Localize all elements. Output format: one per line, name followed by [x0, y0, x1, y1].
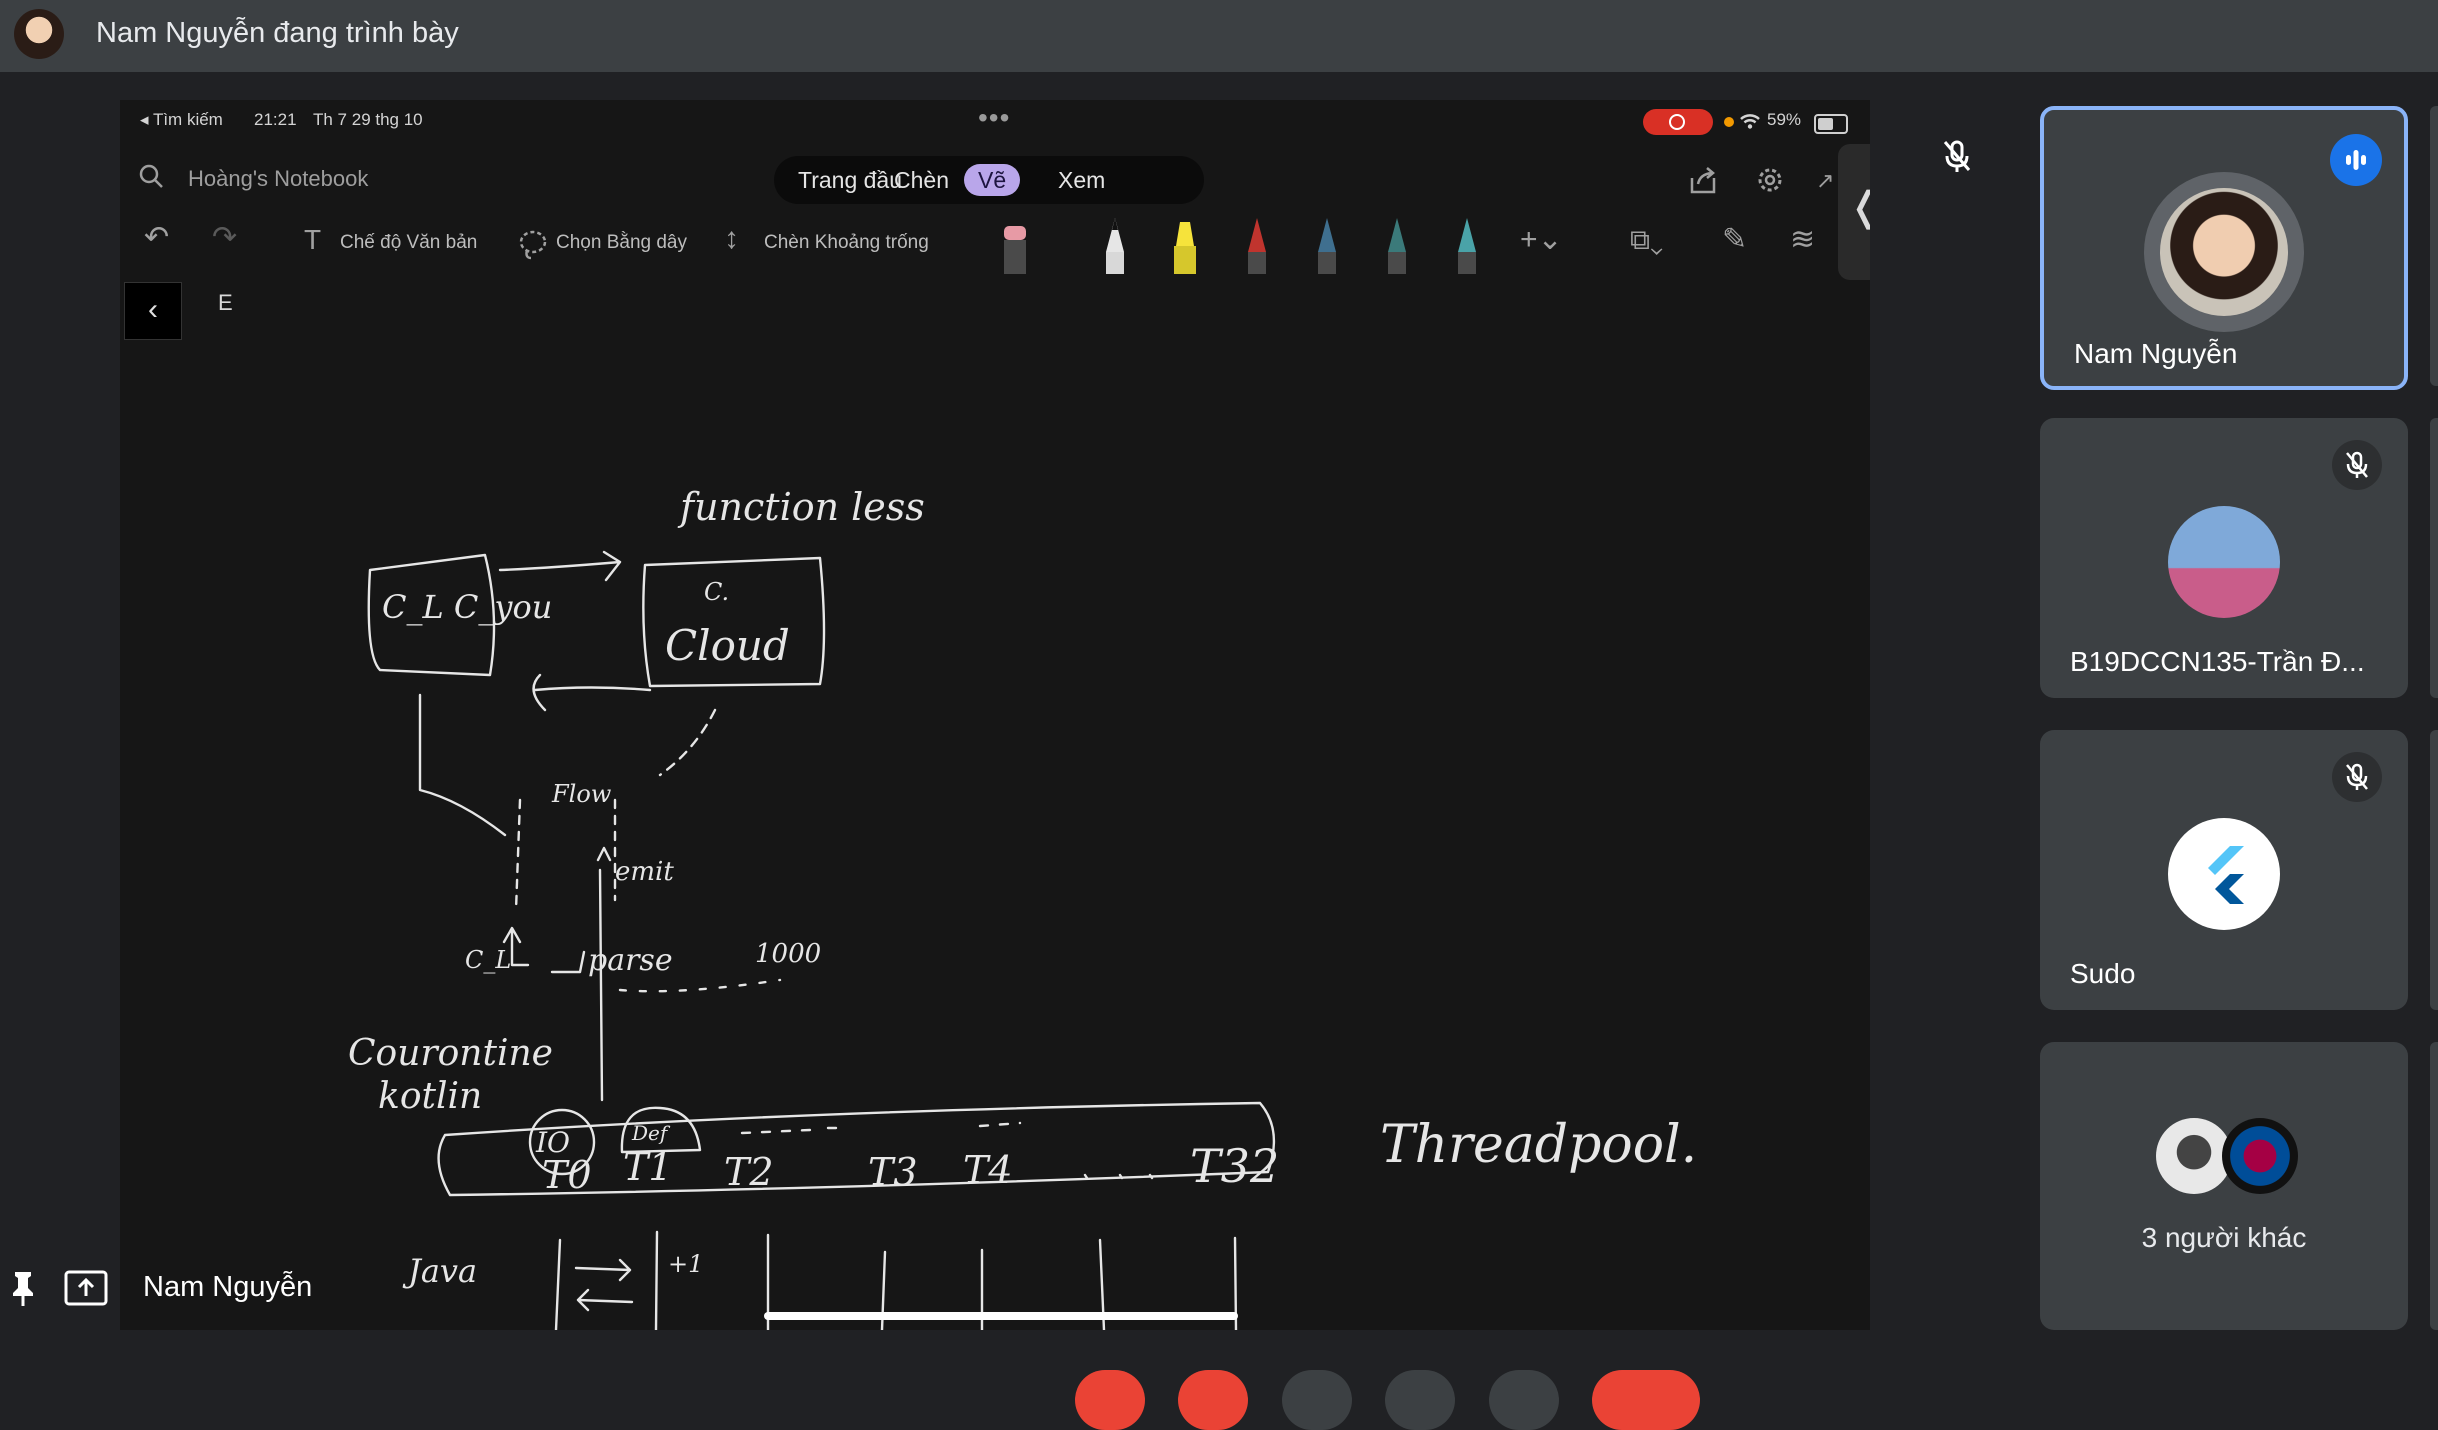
speaking-indicator-icon: [2330, 134, 2382, 186]
label-t3: T3: [868, 1150, 918, 1194]
label-1000: 1000: [755, 939, 821, 969]
arrow-to-cloud: [498, 550, 622, 582]
arrow-from-cloud: [532, 673, 652, 712]
shared-screen: ◂ Tìm kiếm 21:21 Th 7 29 thg 10 ••• 59% …: [120, 100, 1870, 1330]
label-kotlin: kotlin: [378, 1076, 482, 1117]
avatar: [2160, 188, 2288, 316]
java-arrows: [574, 1258, 634, 1312]
raise-hand-button[interactable]: [1385, 1370, 1455, 1430]
flutter-logo-icon: [2168, 818, 2280, 930]
label-coroutine: Courontine: [348, 1033, 553, 1074]
dashed-cloud-flow: [658, 708, 717, 777]
avatar: [2168, 506, 2280, 618]
camera-toggle-button[interactable]: [1178, 1370, 1248, 1430]
label-default: Def: [631, 1121, 671, 1145]
bracket-parse: [550, 950, 586, 974]
label-t2: T2: [724, 1150, 774, 1194]
next-tile-edge: [2430, 730, 2438, 1010]
label-cloud: Cloud: [665, 621, 790, 670]
participant-tile-nam[interactable]: Nam Nguyễn: [2040, 106, 2408, 390]
label-cloud-c: C.: [704, 578, 729, 606]
mic-off-icon: [2332, 752, 2382, 802]
avatar: [2156, 1118, 2232, 1194]
label-java: Java: [402, 1252, 477, 1290]
label-t1: T1: [623, 1145, 673, 1189]
label-emit: emit: [615, 857, 674, 887]
label-t32: T32: [1190, 1139, 1279, 1193]
emit-arrow: [596, 846, 612, 862]
label-threadpool: Threadpool.: [1380, 1115, 1697, 1175]
participant-name: B19DCCN135-Trần Đ...: [2070, 646, 2365, 677]
presenter-avatar: [14, 9, 64, 59]
others-tile[interactable]: 3 người khác: [2040, 1042, 2408, 1330]
presenter-name-label: Nam Nguyễn: [143, 1271, 313, 1303]
fc-barcelona-avatar: [2222, 1118, 2298, 1194]
leave-call-button[interactable]: [1592, 1370, 1700, 1430]
mic-off-icon: [1943, 140, 1971, 172]
dashed-under-parse: [618, 978, 782, 993]
java-bracket-lines: [554, 1230, 659, 1330]
dots-between-threads: [740, 1121, 1022, 1135]
label-box-client: C_L C_you: [382, 588, 552, 626]
label-cl: C_L: [465, 946, 511, 974]
presenting-bar: Nam Nguyễn đang trình bày: [0, 0, 2438, 72]
next-tile-edge: [2430, 1042, 2438, 1330]
mic-off-icon: [2332, 440, 2382, 490]
next-tile-edge: [2430, 418, 2438, 698]
participant-name: Nam Nguyễn: [2074, 338, 2238, 369]
present-button[interactable]: [1489, 1370, 1559, 1430]
present-screen-icon: [64, 1270, 108, 1306]
home-indicator: [764, 1312, 1238, 1320]
label-parse: parse: [588, 943, 673, 978]
presenting-text: Nam Nguyễn đang trình bày: [96, 17, 459, 49]
line-client-down: [418, 693, 507, 837]
participant-tile-tran[interactable]: B19DCCN135-Trần Đ...: [2040, 418, 2408, 698]
captions-button[interactable]: [1282, 1370, 1352, 1430]
mic-toggle-button[interactable]: [1075, 1370, 1145, 1430]
others-count-label: 3 người khác: [2141, 1222, 2307, 1253]
label-plus1: +1: [668, 1250, 703, 1278]
participant-name: Sudo: [2070, 958, 2136, 989]
label-t0: T0: [542, 1153, 592, 1197]
ink-canvas[interactable]: function less C_L C_you C. Cloud Flow em…: [120, 100, 1870, 1330]
next-tile-edge: [2430, 106, 2438, 386]
label-function-less: function less: [677, 485, 925, 529]
participant-tile-sudo[interactable]: Sudo: [2040, 730, 2408, 1010]
main-vertical-line: [598, 868, 604, 1102]
label-flow: Flow: [551, 780, 612, 808]
label-t4: T4: [963, 1148, 1013, 1192]
pin-icon[interactable]: [8, 1268, 38, 1308]
